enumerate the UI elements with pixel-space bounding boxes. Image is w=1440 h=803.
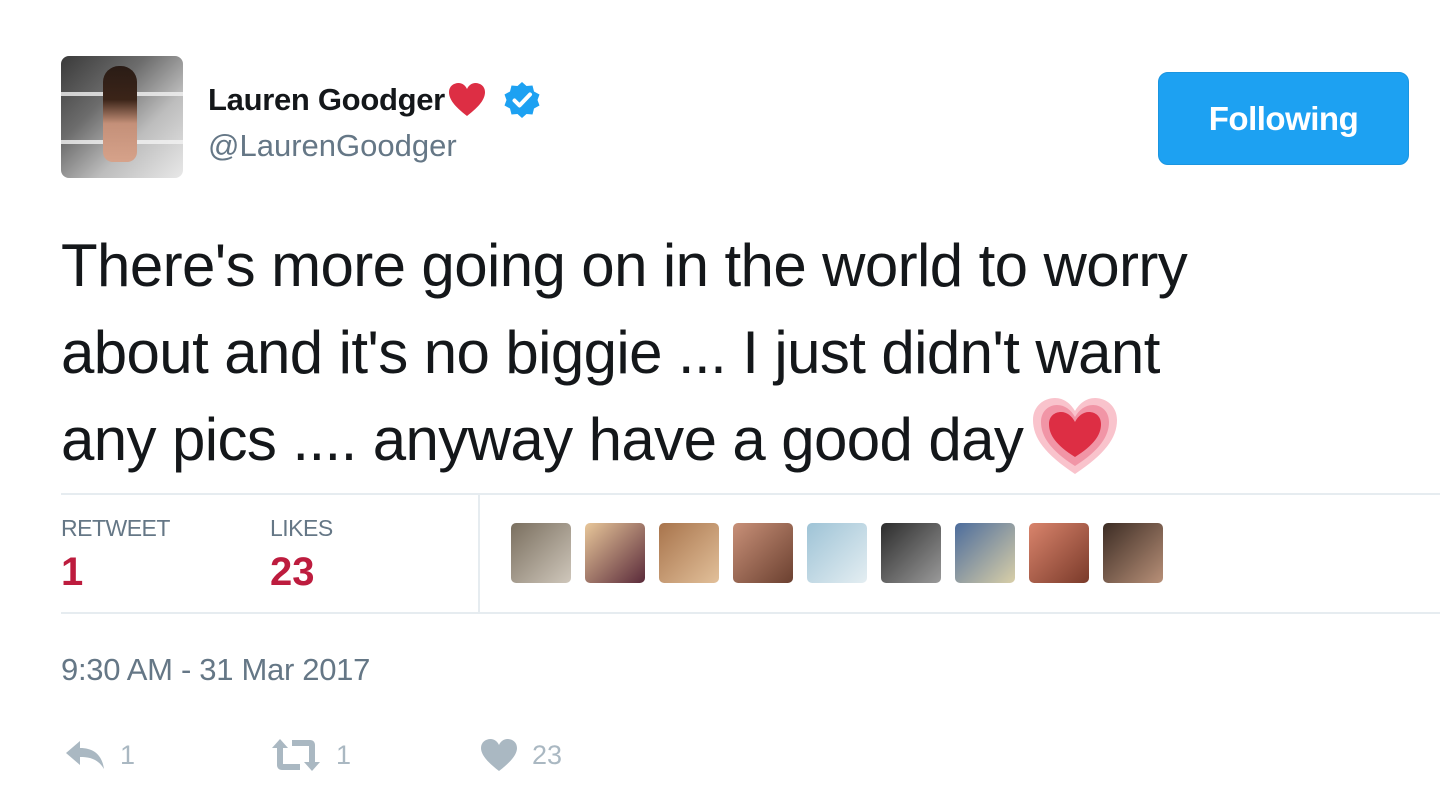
like-heart-icon xyxy=(481,739,517,771)
liker-avatar-8[interactable] xyxy=(1029,523,1089,583)
tweet-text-line-last: any pics .... anyway have a good day xyxy=(61,396,1411,499)
tweet-text-line: There's more going on in the world to wo… xyxy=(61,232,1188,299)
verified-badge-icon xyxy=(502,80,542,120)
retweet-count: 1 xyxy=(336,739,352,770)
retweets-count[interactable]: 1 xyxy=(61,550,83,595)
tweet-text-line: any pics .... anyway have a good day xyxy=(61,406,1024,473)
liker-avatar-1[interactable] xyxy=(511,523,571,583)
author-handle[interactable]: @LaurenGoodger xyxy=(208,128,457,164)
liker-avatar-2[interactable] xyxy=(585,523,645,583)
growing-heart-emoji-icon xyxy=(1031,396,1119,499)
retweet-action[interactable]: 1 xyxy=(270,735,351,775)
divider-vertical xyxy=(478,494,480,613)
liker-avatar-5[interactable] xyxy=(807,523,867,583)
liker-avatar-4[interactable] xyxy=(733,523,793,583)
reply-action[interactable]: 1 xyxy=(64,735,135,775)
retweets-label[interactable]: RETWEET xyxy=(61,515,170,542)
divider xyxy=(61,493,1440,495)
liker-avatar-7[interactable] xyxy=(955,523,1015,583)
likes-label[interactable]: LIKES xyxy=(270,515,333,542)
liker-avatar-3[interactable] xyxy=(659,523,719,583)
author-name-row: Lauren Goodger xyxy=(208,80,542,120)
following-button[interactable]: Following xyxy=(1158,72,1409,165)
liker-avatar-6[interactable] xyxy=(881,523,941,583)
tweet-timestamp[interactable]: 9:30 AM - 31 Mar 2017 xyxy=(61,652,370,688)
like-action[interactable]: 23 xyxy=(480,735,562,775)
divider xyxy=(61,612,1440,614)
liker-avatar-9[interactable] xyxy=(1103,523,1163,583)
author-name[interactable]: Lauren Goodger xyxy=(208,82,445,118)
like-count: 23 xyxy=(532,739,563,770)
author-avatar[interactable] xyxy=(61,56,183,178)
tweet-text: There's more going on in the world to wo… xyxy=(61,222,1411,499)
likes-count[interactable]: 23 xyxy=(270,550,315,595)
tweet-text-line: about and it's no biggie ... I just didn… xyxy=(61,319,1160,386)
heart-emoji-icon xyxy=(448,82,486,118)
avatar-figure xyxy=(103,66,137,162)
reply-icon xyxy=(66,741,104,769)
liker-avatars xyxy=(511,523,1163,583)
reply-count: 1 xyxy=(120,739,136,770)
retweet-icon xyxy=(272,739,320,771)
